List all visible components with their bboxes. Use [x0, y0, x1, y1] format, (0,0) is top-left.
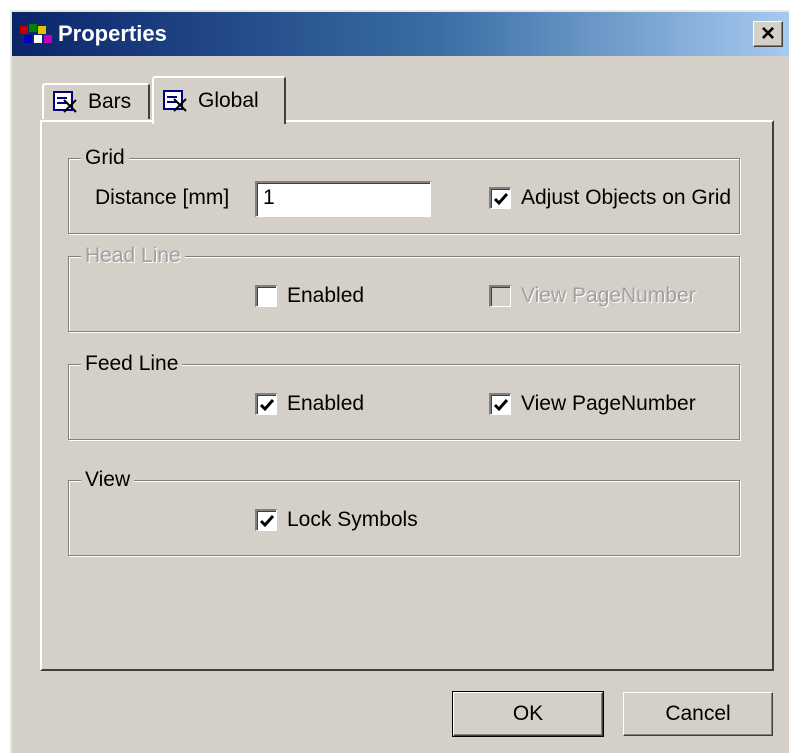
check-icon — [259, 398, 274, 411]
adjust-objects-label: Adjust Objects on Grid — [521, 186, 732, 209]
tab-bars-label: Bars — [88, 90, 132, 113]
lock-symbols-label: Lock Symbols — [287, 508, 418, 531]
head-line-enabled-check-box[interactable] — [255, 285, 277, 307]
grid-legend: Grid — [81, 145, 129, 171]
property-tab-icon — [163, 90, 187, 112]
head-line-enabled-checkbox[interactable]: Enabled — [255, 283, 364, 309]
head-line-view-page-checkbox: View PageNumber — [489, 283, 696, 309]
tab-bars[interactable]: Bars — [42, 83, 150, 119]
feed-line-legend: Feed Line — [81, 351, 183, 377]
feed-line-view-page-label: View PageNumber — [521, 392, 696, 415]
property-tab-icon — [53, 91, 77, 113]
view-legend: View — [81, 467, 135, 493]
tab-global[interactable]: Global — [152, 76, 286, 124]
feed-line-enabled-check-box[interactable] — [255, 393, 277, 415]
close-icon: × — [760, 20, 775, 47]
grid-group: Grid Distance [mm] 1 Adjust Objects on G… — [68, 145, 740, 234]
adjust-objects-check-box[interactable] — [489, 187, 511, 209]
close-button[interactable]: × — [753, 21, 783, 47]
distance-label: Distance [mm] — [95, 186, 230, 209]
feed-line-enabled-label: Enabled — [287, 392, 365, 415]
head-line-enabled-label: Enabled — [287, 284, 365, 307]
tab-global-label: Global — [198, 89, 259, 112]
lock-symbols-checkbox[interactable]: Lock Symbols — [255, 507, 418, 533]
check-icon — [259, 514, 274, 527]
title-bar[interactable]: Properties × — [12, 12, 789, 56]
head-line-view-page-label: View PageNumber — [521, 284, 696, 307]
tab-panel-global: Grid Distance [mm] 1 Adjust Objects on G… — [40, 120, 774, 671]
lock-symbols-check-box[interactable] — [255, 509, 277, 531]
cancel-button[interactable]: Cancel — [623, 692, 773, 736]
distance-input[interactable]: 1 — [255, 181, 431, 217]
properties-dialog: Properties × Bars Global Grid Distance [… — [10, 10, 789, 753]
feed-line-view-page-checkbox[interactable]: View PageNumber — [489, 391, 696, 417]
check-icon — [493, 398, 508, 411]
view-group: View Lock Symbols — [68, 467, 740, 556]
feed-line-enabled-checkbox[interactable]: Enabled — [255, 391, 364, 417]
feed-line-view-page-check-box[interactable] — [489, 393, 511, 415]
check-icon — [493, 192, 508, 205]
head-line-legend: Head Line — [81, 243, 185, 269]
feed-line-group: Feed Line Enabled View PageNumber — [68, 351, 740, 440]
window-title: Properties — [58, 21, 167, 46]
adjust-objects-checkbox[interactable]: Adjust Objects on Grid — [489, 185, 731, 211]
head-line-group: Head Line Enabled View PageNumber — [68, 243, 740, 332]
ok-button[interactable]: OK — [452, 691, 604, 737]
app-icon — [20, 24, 52, 43]
head-line-view-page-check-box — [489, 285, 511, 307]
